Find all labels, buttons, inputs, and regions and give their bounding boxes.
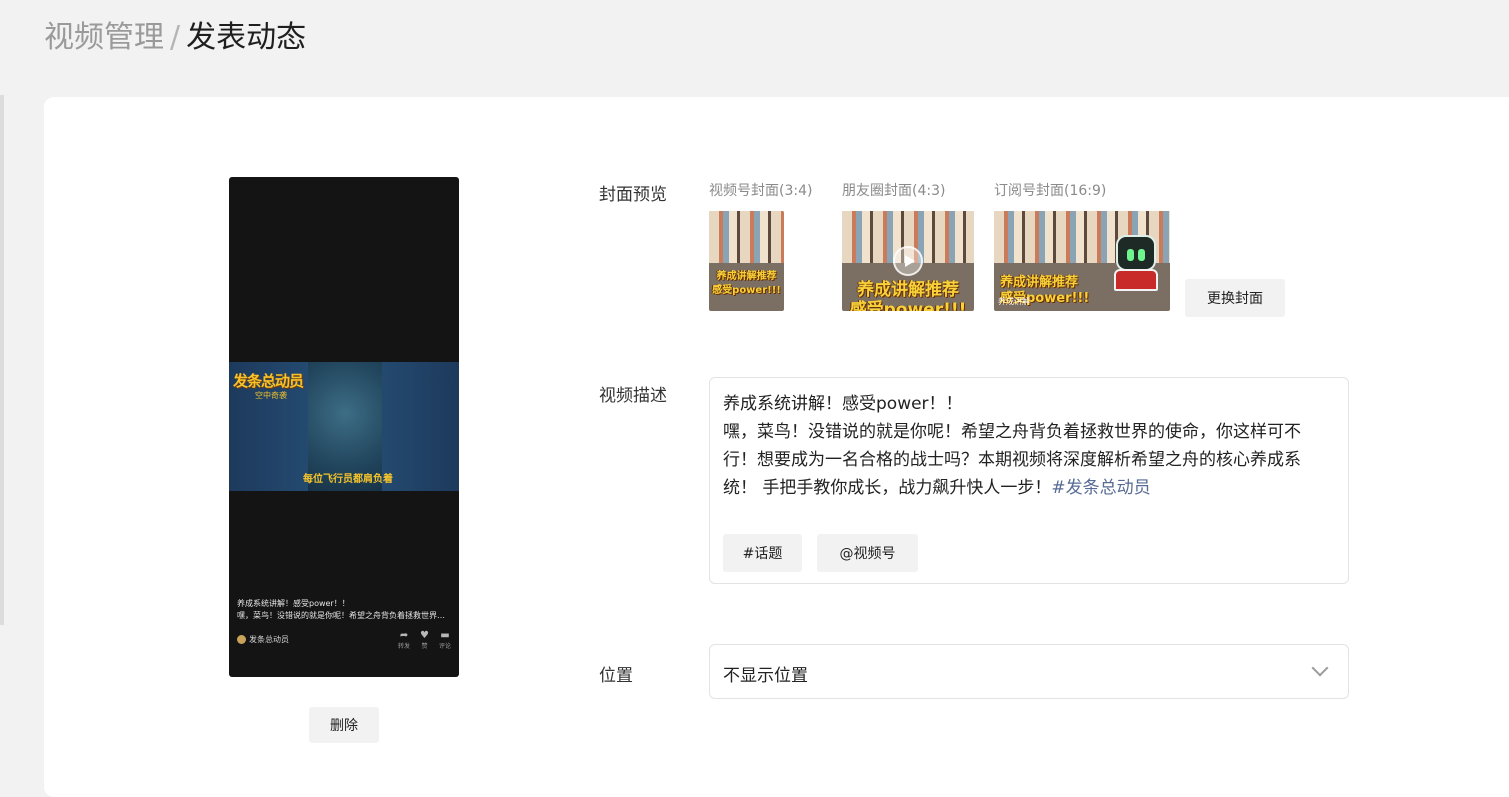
robot-eye (1138, 249, 1145, 261)
video-preview[interactable]: 发条总动员 空中奇袭 每位飞行员都肩负着 养成系统讲解！感受power！！ 嘿，… (229, 177, 459, 677)
location-label: 位置 (599, 666, 633, 686)
subscription-cover-thumbnail[interactable]: 养成讲解推荐 感受power!!! 养成讲解 (994, 211, 1170, 311)
add-topic-button[interactable]: #话题 (723, 534, 802, 572)
play-icon (893, 246, 923, 276)
frame-subtitle: 空中奇袭 (255, 391, 287, 400)
mention-channel-button[interactable]: @视频号 (817, 534, 918, 572)
location-value: 不显示位置 (723, 666, 808, 686)
moments-cover-title: 朋友圈封面(4:3) (842, 183, 946, 199)
subscription-cover-title: 订阅号封面(16:9) (994, 183, 1107, 199)
description-label: 视频描述 (599, 386, 667, 406)
frame-caption: 每位飞行员都肩负着 (303, 474, 393, 485)
cover-preview-label: 封面预览 (599, 185, 667, 205)
subscription-cover-group: 订阅号封面(16:9) 养成讲解推荐 感受power!!! 养成讲解 (994, 181, 1170, 311)
channels-cover-title: 视频号封面(3:4) (709, 183, 813, 199)
preview-action-label: 赞 (421, 643, 428, 650)
robot-body (1114, 269, 1158, 291)
description-line1: 养成系统讲解！感受power！！ (723, 394, 963, 414)
preview-action-like: ♥ 赞 (420, 630, 429, 650)
robot-eye (1127, 249, 1134, 261)
location-select[interactable]: 不显示位置 (709, 644, 1349, 699)
chevron-down-icon[interactable] (1311, 659, 1329, 677)
description-hashtag-link[interactable]: #发条总动员 (1051, 478, 1150, 498)
preview-action-comment: ▬ 评论 (439, 630, 451, 650)
robot-mascot-icon (1110, 227, 1162, 293)
page-title: 发表动态 (186, 20, 307, 55)
preview-caption-line1: 养成系统讲解！感受power！！ (237, 599, 350, 608)
cover-footer-text: 养成讲解 (998, 297, 1030, 306)
preview-author: 发条总动员 (237, 634, 289, 645)
preview-action-share: ➦ 转发 (398, 630, 410, 650)
breadcrumb-separator: / (170, 20, 181, 55)
robot-head (1116, 235, 1156, 271)
description-text[interactable]: 养成系统讲解！感受power！！ 嘿，菜鸟！没错说的就是你呢！希望之舟背负着拯救… (723, 390, 1333, 502)
avatar (237, 635, 246, 644)
preview-actions: ➦ 转发 ♥ 赞 ▬ 评论 (398, 630, 451, 650)
comment-icon: ▬ (440, 630, 450, 641)
preview-caption-line2: 嘿，菜鸟！没错说的就是你呢！希望之舟背负着拯救世界的... (237, 611, 451, 620)
preview-action-label: 转发 (398, 643, 411, 650)
frame-title: 发条总动员 (233, 372, 304, 390)
cover-text-line2: 感受power!!! (712, 285, 781, 296)
preview-action-label: 评论 (438, 643, 451, 650)
moments-cover-group: 朋友圈封面(4:3) 养成讲解推荐 感受power!!! (842, 181, 974, 311)
left-edge-strip (0, 95, 4, 625)
change-cover-button[interactable]: 更换封面 (1185, 279, 1285, 317)
description-line2: 嘿，菜鸟！没错说的就是你呢！希望之舟背负着拯救世界的使命，你这样可不行！想要成为… (723, 422, 1301, 498)
moments-cover-thumbnail[interactable]: 养成讲解推荐 感受power!!! (842, 211, 974, 311)
breadcrumb: 视频管理 / 发表动态 (44, 18, 306, 58)
heart-icon: ♥ (420, 630, 429, 641)
share-icon: ➦ (399, 630, 409, 641)
preview-caption: 养成系统讲解！感受power！！ 嘿，菜鸟！没错说的就是你呢！希望之舟背负着拯救… (237, 598, 451, 622)
description-input[interactable]: 养成系统讲解！感受power！！ 嘿，菜鸟！没错说的就是你呢！希望之舟背负着拯救… (709, 377, 1349, 584)
breadcrumb-parent-link[interactable]: 视频管理 (44, 20, 164, 55)
preview-author-name: 发条总动员 (249, 635, 289, 644)
video-frame: 发条总动员 空中奇袭 每位飞行员都肩负着 (229, 362, 459, 491)
cover-text-line1: 养成讲解推荐 (716, 271, 777, 282)
cover-text-line2: 感受power!!! (849, 300, 967, 311)
channels-cover-thumbnail[interactable]: 养成讲解推荐 感受power!!! (709, 211, 784, 311)
cover-image-strip (709, 211, 784, 263)
channels-cover-group: 视频号封面(3:4) 养成讲解推荐 感受power!!! (709, 181, 813, 311)
delete-button[interactable]: 删除 (309, 707, 379, 743)
